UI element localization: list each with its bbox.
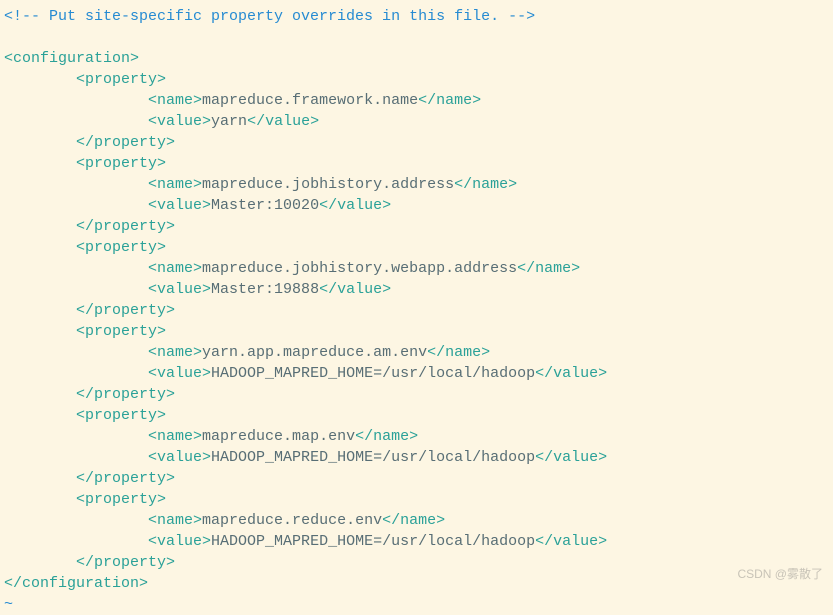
property-open-tag: <property>: [76, 491, 166, 508]
value-open-tag: <value>: [148, 281, 211, 298]
property-open-tag: <property>: [76, 407, 166, 424]
name-close-tag: </name>: [355, 428, 418, 445]
configuration-close-tag: </configuration>: [4, 575, 148, 592]
property-name: mapreduce.jobhistory.webapp.address: [202, 260, 517, 277]
value-open-tag: <value>: [148, 197, 211, 214]
xml-comment: <!-- Put site-specific property override…: [4, 8, 535, 25]
property-close-tag: </property>: [76, 302, 175, 319]
property-open-tag: <property>: [76, 155, 166, 172]
value-open-tag: <value>: [148, 365, 211, 382]
property-close-tag: </property>: [76, 218, 175, 235]
property-name: mapreduce.jobhistory.address: [202, 176, 454, 193]
property-name: mapreduce.reduce.env: [202, 512, 382, 529]
value-close-tag: </value>: [535, 365, 607, 382]
name-open-tag: <name>: [148, 92, 202, 109]
vim-tilde: ~: [4, 596, 13, 613]
name-open-tag: <name>: [148, 428, 202, 445]
value-close-tag: </value>: [319, 281, 391, 298]
property-name: mapreduce.map.env: [202, 428, 355, 445]
property-value: Master:19888: [211, 281, 319, 298]
name-open-tag: <name>: [148, 176, 202, 193]
name-close-tag: </name>: [454, 176, 517, 193]
property-value: Master:10020: [211, 197, 319, 214]
property-name: yarn.app.mapreduce.am.env: [202, 344, 427, 361]
value-close-tag: </value>: [535, 533, 607, 550]
value-close-tag: </value>: [319, 197, 391, 214]
name-close-tag: </name>: [382, 512, 445, 529]
xml-code-block: <!-- Put site-specific property override…: [4, 6, 829, 615]
property-name: mapreduce.framework.name: [202, 92, 418, 109]
property-value: HADOOP_MAPRED_HOME=/usr/local/hadoop: [211, 449, 535, 466]
property-value: HADOOP_MAPRED_HOME=/usr/local/hadoop: [211, 533, 535, 550]
property-open-tag: <property>: [76, 239, 166, 256]
property-close-tag: </property>: [76, 386, 175, 403]
property-open-tag: <property>: [76, 323, 166, 340]
property-close-tag: </property>: [76, 470, 175, 487]
name-open-tag: <name>: [148, 344, 202, 361]
property-close-tag: </property>: [76, 554, 175, 571]
property-close-tag: </property>: [76, 134, 175, 151]
value-open-tag: <value>: [148, 113, 211, 130]
property-value: yarn: [211, 113, 247, 130]
name-open-tag: <name>: [148, 512, 202, 529]
name-open-tag: <name>: [148, 260, 202, 277]
name-close-tag: </name>: [427, 344, 490, 361]
name-close-tag: </name>: [418, 92, 481, 109]
properties-container: <property> <name>mapreduce.framework.nam…: [4, 69, 829, 573]
configuration-open-tag: <configuration>: [4, 50, 139, 67]
value-open-tag: <value>: [148, 449, 211, 466]
name-close-tag: </name>: [517, 260, 580, 277]
property-open-tag: <property>: [76, 71, 166, 88]
value-close-tag: </value>: [535, 449, 607, 466]
value-close-tag: </value>: [247, 113, 319, 130]
property-value: HADOOP_MAPRED_HOME=/usr/local/hadoop: [211, 365, 535, 382]
value-open-tag: <value>: [148, 533, 211, 550]
watermark: CSDN @雾散了: [737, 566, 823, 583]
